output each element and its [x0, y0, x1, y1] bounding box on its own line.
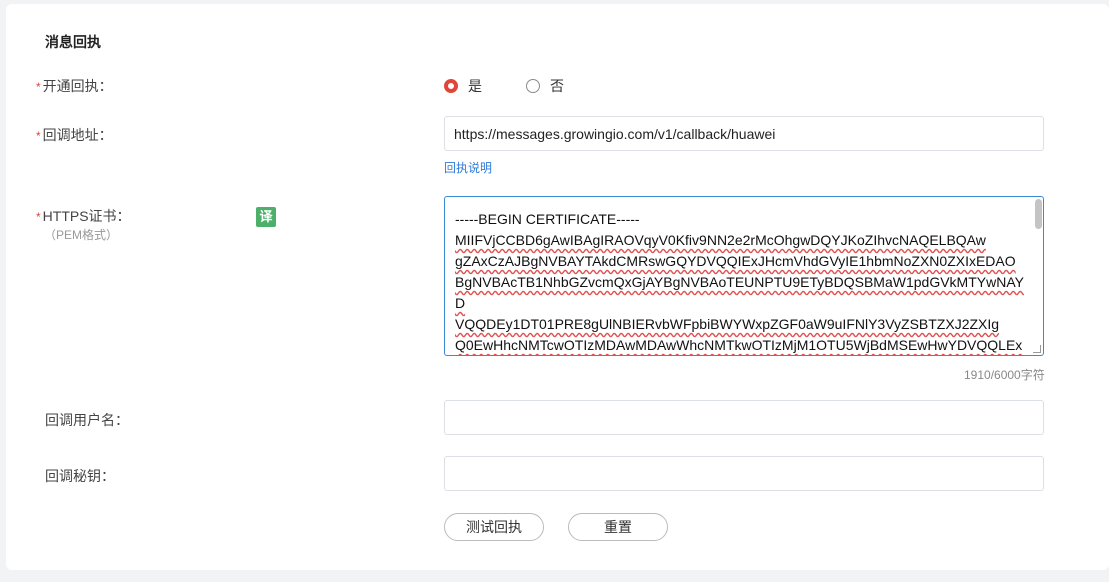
cert-format-hint: （PEM格式）: [44, 228, 119, 242]
cert-textarea[interactable]: -----BEGIN CERTIFICATE----- MIIFVjCCBD6gA…: [444, 196, 1044, 356]
reset-button[interactable]: 重置: [568, 513, 668, 541]
test-receipt-button[interactable]: 测试回执: [444, 513, 544, 541]
enable-label-text: 开通回执：: [42, 78, 113, 94]
callback-url-label: * 回调地址：: [36, 125, 113, 145]
enable-label: * 开通回执：: [36, 76, 113, 96]
cert-line: Q0EwHhcNMTcwOTIzMDAwMDAwWhcNMTkwOTIzMjM1…: [455, 337, 1023, 353]
radio-yes-label: 是: [468, 78, 482, 94]
resize-handle-icon[interactable]: [1033, 345, 1041, 353]
secret-input[interactable]: [444, 456, 1044, 491]
username-label: 回调用户名：: [45, 412, 129, 428]
cert-line: MIIFVjCCBD6gAwIBAgIRAOVqyV0Kfiv9NN2e2rMc…: [455, 232, 986, 248]
cert-line: gZAxCzAJBgNVBAYTAkdCMRswGQYDVQQIExJHcmVh…: [455, 253, 1016, 269]
textarea-scrollbar[interactable]: [1035, 199, 1042, 229]
cert-label-text: HTTPS证书：: [42, 208, 131, 224]
section-title: 消息回执: [45, 34, 101, 50]
cert-line: -----BEGIN CERTIFICATE-----: [455, 211, 640, 227]
cert-text: -----BEGIN CERTIFICATE----- MIIFVjCCBD6gA…: [455, 209, 1027, 355]
radio-yes[interactable]: 是: [444, 76, 482, 96]
radio-no-label: 否: [550, 78, 564, 94]
required-mark: *: [36, 129, 41, 143]
radio-no[interactable]: 否: [526, 76, 564, 96]
settings-card: 消息回执 *开通回执： 是 否 *回调地址： 回执说明 *HTTPS证书： （P…: [6, 4, 1109, 570]
required-mark: *: [36, 210, 41, 224]
required-mark: *: [36, 80, 41, 94]
callback-url-label-text: 回调地址：: [42, 127, 113, 143]
username-input[interactable]: [444, 400, 1044, 435]
radio-yes-circle: [444, 79, 458, 93]
cert-line: VQQDEy1DT01PRE8gUlNBIERvbWFpbiBWYWxpZGF0…: [455, 316, 1000, 332]
char-counter: 1910/6000字符: [964, 368, 1045, 382]
cert-label: * HTTPS证书：: [36, 206, 131, 226]
callback-url-input[interactable]: [444, 116, 1044, 151]
translate-icon[interactable]: 译: [256, 207, 276, 227]
secret-label: 回调秘钥：: [45, 468, 115, 484]
radio-no-circle: [526, 79, 540, 93]
receipt-help-link[interactable]: 回执说明: [444, 159, 492, 176]
cert-line: BgNVBAcTB1NhbGZvcmQxGjAYBgNVBAoTEUNPTU9E…: [455, 274, 1024, 311]
